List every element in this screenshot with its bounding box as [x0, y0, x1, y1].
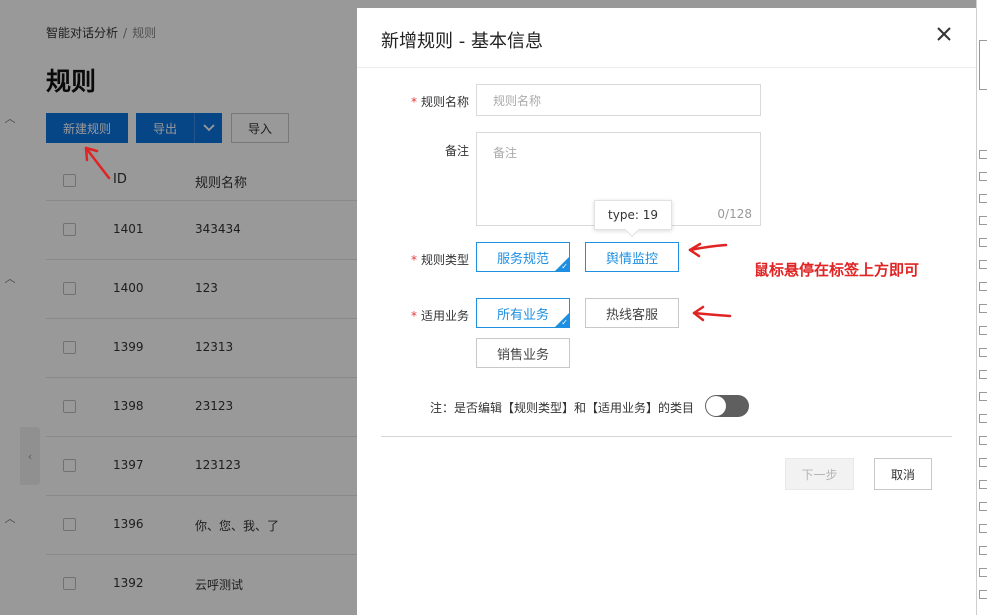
remark-placeholder: 备注 — [493, 146, 518, 160]
tag-tooltip: type: 19 — [594, 200, 672, 238]
devtools-checkbox[interactable] — [979, 502, 987, 511]
devtools-checkbox[interactable] — [979, 150, 987, 159]
tag-all-business[interactable]: 所有业务 ✓ — [476, 298, 570, 328]
footer-divider — [381, 436, 952, 437]
devtools-checkbox[interactable] — [979, 326, 987, 335]
devtools-panel — [976, 0, 987, 615]
cancel-button[interactable]: 取消 — [874, 458, 932, 490]
devtools-checkbox[interactable] — [979, 590, 987, 599]
char-counter: 0/128 — [717, 207, 752, 221]
tag-hotline-service[interactable]: 热线客服 — [585, 298, 679, 328]
check-icon: ✓ — [561, 318, 568, 327]
toggle-knob — [706, 396, 726, 416]
devtools-checkbox[interactable] — [979, 414, 987, 423]
devtools-checkbox[interactable] — [979, 436, 987, 445]
tag-service-standard[interactable]: 服务规范 ✓ — [476, 242, 570, 272]
dialog-divider — [357, 67, 976, 68]
dialog-title: 新增规则 - 基本信息 — [381, 31, 543, 52]
next-step-button[interactable]: 下一步 — [785, 458, 854, 490]
tag-public-opinion[interactable]: 舆情监控 — [585, 242, 679, 272]
modal-mask-top — [357, 0, 977, 8]
new-rule-dialog: 新增规则 - 基本信息 * 规则名称 规则名称 备注 备注 0/128 type:… — [357, 8, 976, 615]
devtools-checkbox[interactable] — [979, 370, 987, 379]
remark-label: 备注 — [444, 144, 469, 158]
devtools-checkbox[interactable] — [979, 546, 987, 555]
modal-mask[interactable] — [0, 0, 357, 615]
business-label: * 适用业务 — [410, 309, 469, 323]
rule-type-label: * 规则类型 — [410, 253, 469, 267]
devtools-checkbox[interactable] — [979, 458, 987, 467]
devtools-checkbox[interactable] — [979, 348, 987, 357]
devtools-checkbox[interactable] — [979, 304, 987, 313]
check-icon: ✓ — [561, 262, 568, 271]
edit-category-toggle[interactable] — [705, 395, 749, 417]
devtools-checkbox[interactable] — [979, 480, 987, 489]
edit-category-note: 注：是否编辑【规则类型】和【适用业务】的类目 — [430, 401, 695, 415]
devtools-checkbox[interactable] — [979, 524, 987, 533]
tag-sales-business[interactable]: 销售业务 — [476, 338, 570, 368]
devtools-checkbox[interactable] — [979, 392, 987, 401]
rule-name-input[interactable]: 规则名称 — [476, 84, 761, 116]
devtools-checkbox[interactable] — [979, 172, 987, 181]
devtools-checkbox[interactable] — [979, 216, 987, 225]
close-icon[interactable] — [933, 25, 955, 47]
devtools-preview — [979, 40, 987, 90]
rule-name-label: * 规则名称 — [410, 95, 469, 109]
annotation-text: 鼠标悬停在标签上方即可 — [754, 261, 920, 279]
devtools-checkbox[interactable] — [979, 282, 987, 291]
devtools-checkbox[interactable] — [979, 238, 987, 247]
devtools-checkbox[interactable] — [979, 194, 987, 203]
devtools-checkbox[interactable] — [979, 260, 987, 269]
devtools-checkbox[interactable] — [979, 568, 987, 577]
